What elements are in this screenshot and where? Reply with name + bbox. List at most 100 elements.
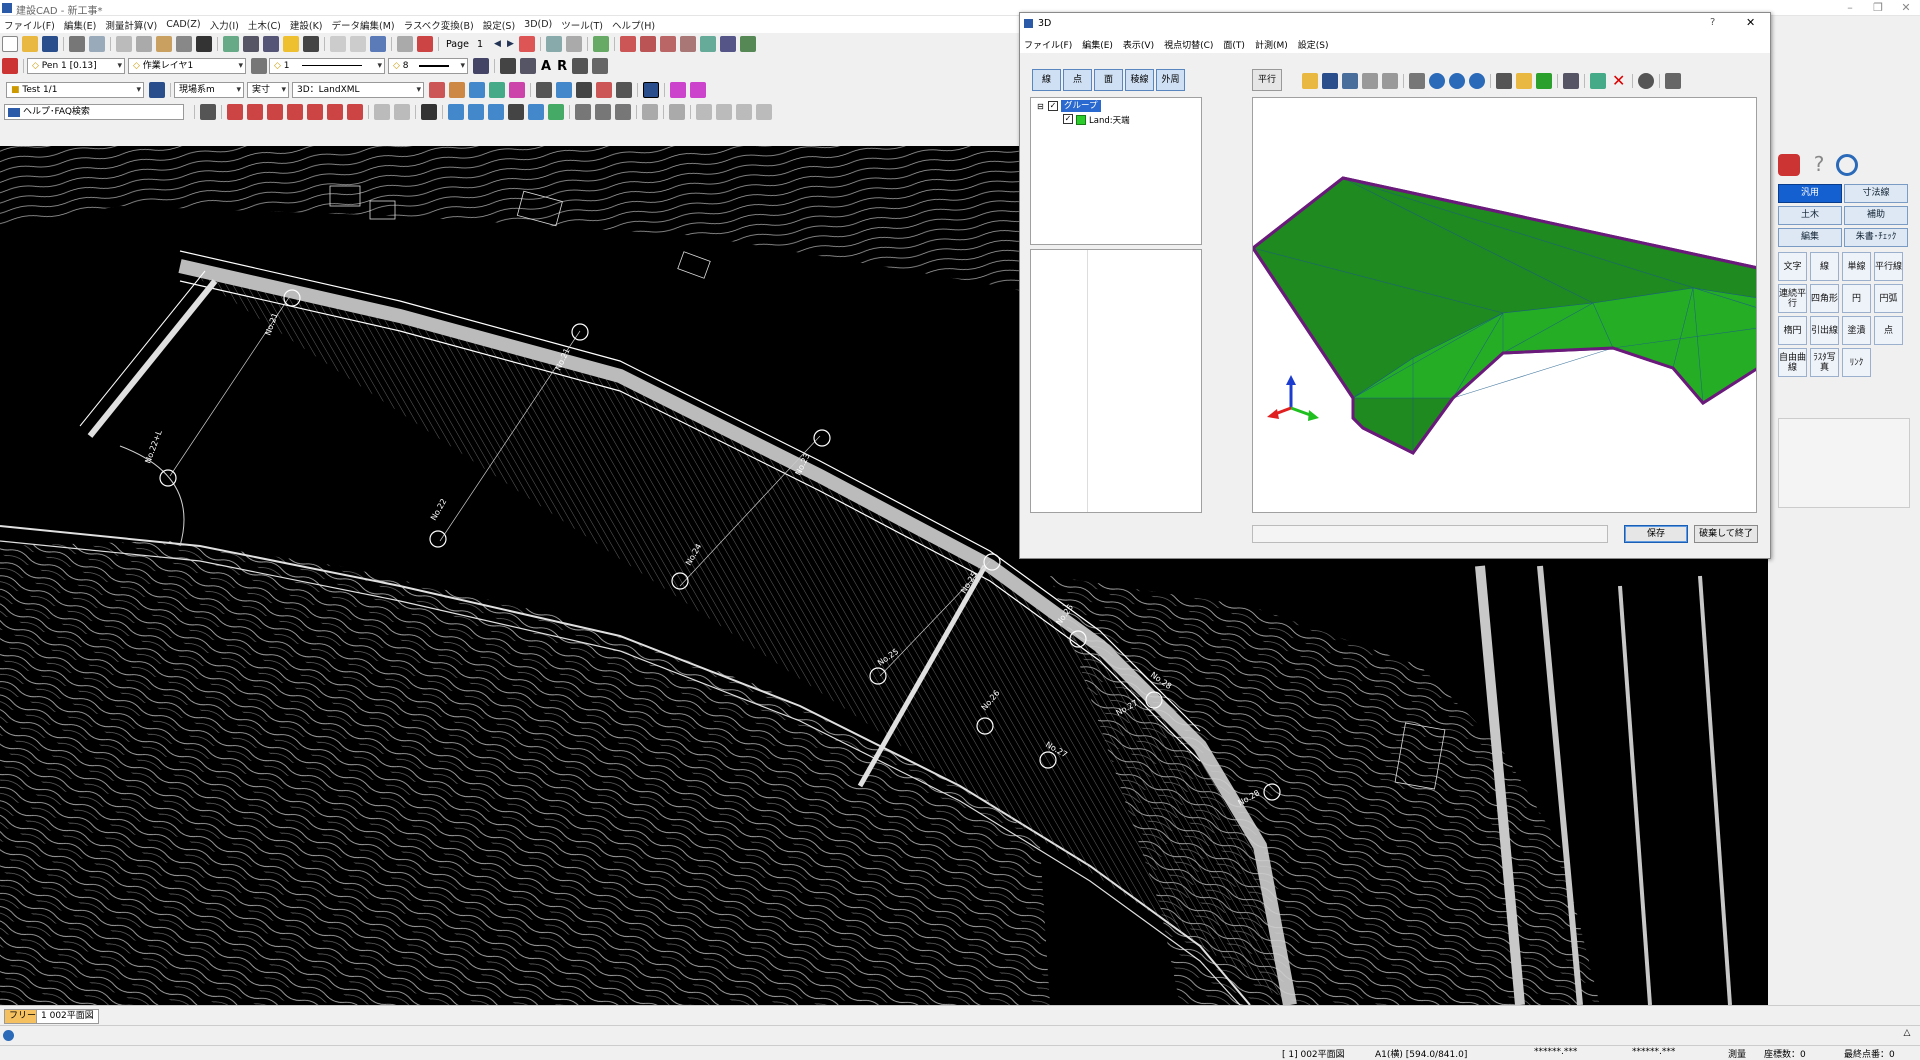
dialog-menu-settings[interactable]: 設定(S) xyxy=(1298,38,1329,51)
tool-leader[interactable]: 引出線 xyxy=(1810,316,1839,345)
dialog-help-button[interactable]: ? xyxy=(1710,17,1715,28)
question-icon[interactable]: ? xyxy=(1808,152,1830,176)
print-preview-icon[interactable] xyxy=(89,36,105,52)
osnap-1-icon[interactable] xyxy=(448,104,464,120)
join-icon[interactable] xyxy=(327,104,343,120)
viewport-3d[interactable] xyxy=(1252,97,1757,513)
view-icon-4[interactable] xyxy=(489,82,505,98)
pen-select[interactable]: ◇ Pen 1 [0.13] xyxy=(27,58,125,74)
mode-point-button[interactable]: 点 xyxy=(1063,69,1092,91)
dim-4-icon[interactable] xyxy=(642,104,658,120)
palette-tab-redline[interactable]: 朱書･ﾁｪｯｸ xyxy=(1844,228,1908,247)
zoom-window-icon[interactable] xyxy=(243,36,259,52)
unit-select[interactable]: 実寸 xyxy=(247,82,289,98)
tool-parallel-line[interactable]: 平行線 xyxy=(1874,252,1903,281)
dim-5-icon[interactable] xyxy=(669,104,685,120)
layer-icon[interactable] xyxy=(370,36,386,52)
snap-mid-icon[interactable] xyxy=(639,36,656,52)
break-icon[interactable] xyxy=(307,104,323,120)
view-select[interactable]: 3D：LandXML xyxy=(292,82,424,98)
dialog-menu-face[interactable]: 面(T) xyxy=(1223,38,1245,51)
cross-icon[interactable] xyxy=(247,104,263,120)
osnap-5-icon[interactable] xyxy=(548,104,564,120)
menu-settings[interactable]: 設定(S) xyxy=(483,18,515,32)
fillet-icon[interactable] xyxy=(347,104,363,120)
sheet-copy-icon[interactable] xyxy=(565,36,582,52)
linewidth-select[interactable]: ◇ 8 xyxy=(388,58,468,74)
menu-help[interactable]: ヘルプ(H) xyxy=(612,18,655,32)
eyedropper-icon[interactable] xyxy=(473,58,489,74)
r-box-icon[interactable] xyxy=(643,82,659,98)
help-search-box[interactable]: ヘルプ･FAQ検索 xyxy=(4,104,184,120)
text-a-icon[interactable]: A xyxy=(541,59,551,74)
snap-plus-icon[interactable] xyxy=(670,82,686,98)
tool-line[interactable]: 線 xyxy=(1810,252,1839,281)
snap-grid-icon[interactable] xyxy=(719,36,736,52)
mode-ridge-button[interactable]: 稜線 xyxy=(1125,69,1154,91)
osnap-grid-icon[interactable] xyxy=(508,104,524,120)
mode-face-button[interactable]: 面 xyxy=(1094,69,1123,91)
export-icon[interactable] xyxy=(592,36,609,52)
export-image-icon[interactable] xyxy=(1590,72,1606,89)
rotate-icon[interactable] xyxy=(1536,72,1552,89)
expand-icon[interactable]: △ xyxy=(1896,1028,1918,1044)
cut-icon[interactable] xyxy=(116,36,132,52)
snap-plus2-icon[interactable] xyxy=(690,82,706,98)
tool-raster-photo[interactable]: ﾗｽﾀ写真 xyxy=(1810,348,1839,377)
save-icon[interactable] xyxy=(42,36,58,52)
mode-perimeter-button[interactable]: 外周 xyxy=(1156,69,1185,91)
image-icon[interactable] xyxy=(536,82,552,98)
context-help-icon[interactable] xyxy=(196,36,212,52)
redo-icon[interactable] xyxy=(1382,72,1398,89)
tool-arc[interactable]: 円弧 xyxy=(1874,284,1903,313)
menu-edit[interactable]: 編集(E) xyxy=(64,18,96,32)
select-icon[interactable] xyxy=(1496,72,1512,89)
discard-exit-button[interactable]: 破棄して終了 xyxy=(1694,525,1758,543)
sheet-icon[interactable] xyxy=(545,36,562,52)
dim-7-icon[interactable] xyxy=(716,104,732,120)
zoom-window-icon[interactable] xyxy=(1469,72,1485,89)
minimize-button[interactable]: – xyxy=(1836,0,1864,16)
snap-end-icon[interactable] xyxy=(619,36,636,52)
layers-icon[interactable] xyxy=(1563,72,1579,89)
restore-button[interactable]: ❐ xyxy=(1864,0,1892,16)
palette-tab-general[interactable]: 汎用 xyxy=(1778,184,1842,203)
zoom-icon[interactable] xyxy=(223,36,239,52)
snap-cross-icon[interactable] xyxy=(659,36,676,52)
new-file-icon[interactable] xyxy=(2,36,18,52)
line-icon[interactable] xyxy=(227,104,243,120)
dim-2-icon[interactable] xyxy=(595,104,611,120)
box-icon[interactable] xyxy=(267,104,283,120)
open-icon[interactable] xyxy=(1302,72,1318,89)
land-checkbox[interactable]: ✓ xyxy=(1063,114,1073,124)
dim-6-icon[interactable] xyxy=(696,104,712,120)
extend-icon[interactable] xyxy=(287,104,303,120)
tool-text[interactable]: 文字 xyxy=(1778,252,1807,281)
dim-8-icon[interactable] xyxy=(736,104,752,120)
snap-center-icon[interactable] xyxy=(679,36,696,52)
tool-single-line[interactable]: 単線 xyxy=(1842,252,1871,281)
undo-icon[interactable] xyxy=(1362,72,1378,89)
tool-ellipse[interactable]: 楕円 xyxy=(1778,316,1807,345)
sheet-select[interactable]: ■ Test 1/1 xyxy=(6,82,144,98)
paste-icon[interactable] xyxy=(156,36,172,52)
arc-icon[interactable] xyxy=(596,82,612,98)
tool-freehand[interactable]: 自由曲線 xyxy=(1778,348,1807,377)
text-r-icon[interactable]: R xyxy=(557,59,567,74)
save-as-icon[interactable] xyxy=(1342,72,1358,89)
parallel-button[interactable]: 平行 xyxy=(1252,69,1282,91)
zoom-in-icon[interactable] xyxy=(1429,72,1445,89)
dim-9-icon[interactable] xyxy=(756,104,772,120)
view-icon-5[interactable] xyxy=(509,82,525,98)
trim-icon[interactable] xyxy=(200,104,216,120)
tool-fill[interactable]: 塗潰 xyxy=(1842,316,1871,345)
dim-1-icon[interactable] xyxy=(575,104,591,120)
menu-3d[interactable]: 3D(D) xyxy=(524,19,552,30)
pan-icon[interactable] xyxy=(1516,72,1532,89)
osnap-3-icon[interactable] xyxy=(488,104,504,120)
menu-building[interactable]: 建設(K) xyxy=(290,18,323,32)
page-menu-icon[interactable] xyxy=(518,36,535,52)
search-icon[interactable] xyxy=(1836,154,1858,176)
menu-civil[interactable]: 土木(C) xyxy=(248,18,281,32)
dialog-menu-view[interactable]: 表示(V) xyxy=(1123,38,1154,51)
